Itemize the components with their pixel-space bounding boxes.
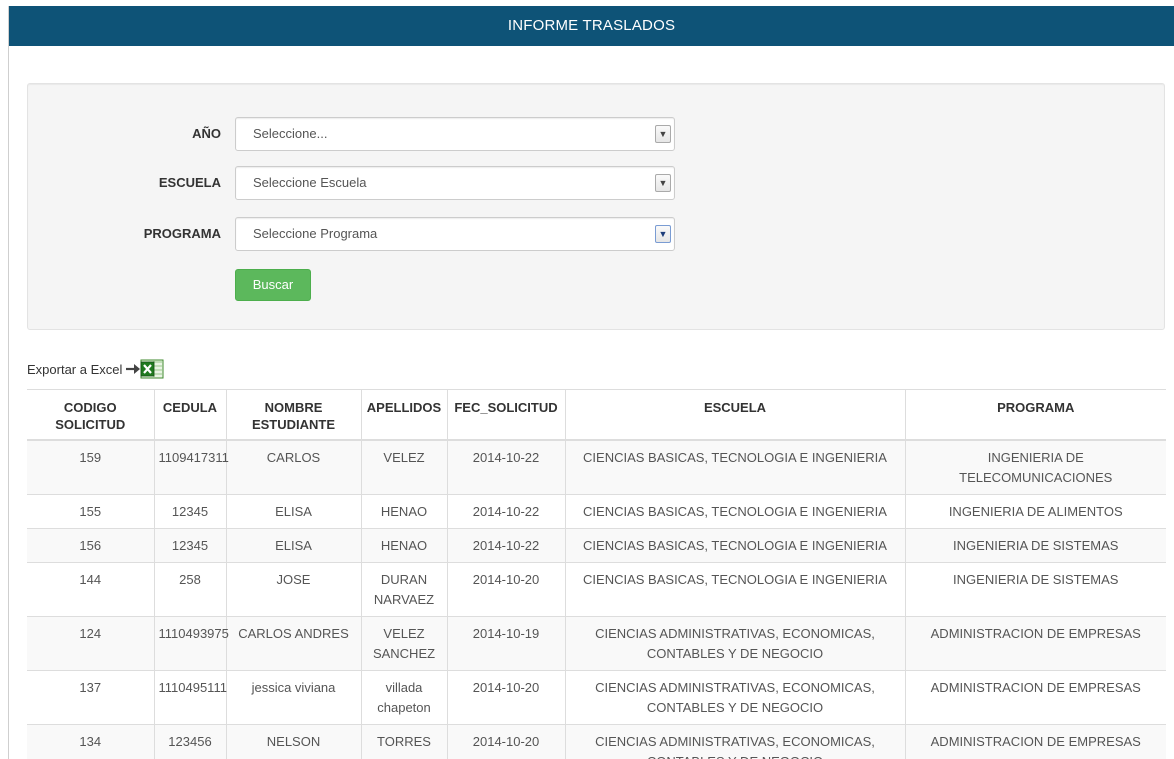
- column-header: ESCUELA: [564, 389, 905, 441]
- table-cell: CIENCIAS ADMINISTRATIVAS, ECONOMICAS, CO…: [564, 670, 905, 725]
- table-cell: jessica viviana: [225, 670, 361, 725]
- year-row: AÑO Seleccione... ▼: [28, 117, 1164, 151]
- program-label: PROGRAMA: [143, 226, 221, 241]
- table-cell: 134: [27, 724, 154, 759]
- table-cell: VELEZ: [360, 439, 447, 495]
- table-cell: 2014-10-22: [446, 439, 565, 495]
- column-header: CEDULA: [153, 389, 226, 441]
- search-button[interactable]: Buscar: [235, 269, 311, 301]
- table-cell: INGENIERIA DE ALIMENTOS: [904, 494, 1166, 529]
- table-cell: VELEZ SANCHEZ: [360, 616, 447, 671]
- program-row: PROGRAMA Seleccione Programa ▼: [28, 217, 1164, 251]
- year-select[interactable]: Seleccione... ▼: [235, 117, 675, 151]
- export-excel-link[interactable]: Exportar a Excel: [27, 358, 166, 380]
- table-cell: HENAO: [360, 528, 447, 563]
- report-frame: INFORME TRASLADOS AÑO Seleccione... ▼ ES…: [8, 6, 1174, 759]
- table-cell: INGENIERIA DE SISTEMAS: [904, 562, 1166, 617]
- table-cell: CIENCIAS BASICAS, TECNOLOGIA E INGENIERI…: [564, 439, 905, 495]
- year-select-value: Seleccione...: [253, 126, 328, 141]
- table-cell: CARLOS ANDRES: [225, 616, 361, 671]
- table-cell: JOSE: [225, 562, 361, 617]
- table-cell: 1110493975: [153, 616, 229, 671]
- table-cell: ADMINISTRACION DE EMPRESAS: [904, 724, 1166, 759]
- table-header-row: CODIGO SOLICITUD CEDULA NOMBRE ESTUDIANTE A…: [27, 389, 1166, 441]
- table-cell: CARLOS: [225, 439, 361, 495]
- table-cell: CIENCIAS BASICAS, TECNOLOGIA E INGENIERI…: [564, 528, 905, 563]
- table-cell: ADMINISTRACION DE EMPRESAS: [904, 670, 1166, 725]
- table-row: 156 12345 ELISA HENAO 2014-10-22 CIENCIAS BAS…: [27, 528, 1166, 563]
- table-cell: 2014-10-22: [446, 494, 565, 529]
- table-cell: 1110495111: [153, 670, 227, 725]
- table-cell: 159: [27, 439, 154, 495]
- table-row: 144 258 JOSE DURAN NARVAEZ 2014-10-20 CIENCIA…: [27, 562, 1166, 617]
- chevron-down-icon[interactable]: ▼: [655, 174, 671, 192]
- table-cell: 12345: [153, 494, 226, 529]
- transfers-table: CODIGO SOLICITUD CEDULA NOMBRE ESTUDIANTE A…: [27, 389, 1166, 759]
- table-cell: 156: [27, 528, 154, 563]
- table-cell: INGENIERIA DE TELECOMUNICACIONES: [904, 439, 1166, 495]
- table-cell: 2014-10-22: [446, 528, 565, 563]
- table-cell: CIENCIAS ADMINISTRATIVAS, ECONOMICAS, CO…: [564, 724, 905, 759]
- table-cell: INGENIERIA DE SISTEMAS: [904, 528, 1166, 563]
- table-cell: 258: [153, 562, 226, 617]
- column-header: APELLIDOS: [360, 389, 447, 441]
- table-cell: ELISA: [225, 494, 361, 529]
- school-label: ESCUELA: [158, 175, 221, 190]
- table-cell: ADMINISTRACION DE EMPRESAS: [904, 616, 1166, 671]
- excel-icon[interactable]: [124, 358, 166, 380]
- table-cell: CIENCIAS ADMINISTRATIVAS, ECONOMICAS, CO…: [564, 616, 905, 671]
- table-cell: 2014-10-20: [446, 670, 565, 725]
- table-cell: 2014-10-19: [446, 616, 565, 671]
- table-cell: 2014-10-20: [446, 562, 565, 617]
- page-title: INFORME TRASLADOS: [507, 17, 676, 34]
- table-cell: 12345: [153, 528, 226, 563]
- table-row: 134 123456 NELSON TORRES 2014-10-20 CIENCIAS …: [27, 724, 1166, 759]
- school-select-value: Seleccione Escuela: [253, 175, 367, 190]
- column-header: FEC_SOLICITUD: [446, 389, 565, 441]
- column-header: CODIGO SOLICITUD: [27, 389, 154, 441]
- export-label: Exportar a Excel: [27, 361, 123, 377]
- table-cell: villada chapeton: [360, 670, 447, 725]
- table-cell: 137: [27, 670, 154, 725]
- program-select[interactable]: Seleccione Programa ▼: [235, 217, 675, 251]
- chevron-down-icon[interactable]: ▼: [655, 225, 671, 243]
- chevron-down-icon[interactable]: ▼: [655, 125, 671, 143]
- column-header: NOMBRE ESTUDIANTE: [225, 389, 361, 441]
- table-cell: 123456: [153, 724, 226, 759]
- table-cell: 124: [27, 616, 154, 671]
- table-cell: NELSON: [225, 724, 361, 759]
- school-row: ESCUELA Seleccione Escuela ▼: [28, 166, 1164, 200]
- table-row: 124 1110493975 CARLOS ANDRES VELEZ SANCHEZ 2…: [27, 616, 1166, 671]
- column-header: PROGRAMA: [904, 389, 1166, 441]
- table-cell: HENAO: [360, 494, 447, 529]
- program-select-value: Seleccione Programa: [253, 226, 378, 241]
- school-select[interactable]: Seleccione Escuela ▼: [235, 166, 675, 200]
- report-header: INFORME TRASLADOS: [9, 6, 1174, 46]
- table-cell: 144: [27, 562, 154, 617]
- table-cell: 155: [27, 494, 154, 529]
- table-row: 159 1109417311 CARLOS VELEZ 2014-10-22 CIENCI…: [27, 439, 1166, 495]
- table-cell: CIENCIAS BASICAS, TECNOLOGIA E INGENIERI…: [564, 494, 905, 529]
- table-cell: ELISA: [225, 528, 361, 563]
- table-cell: 2014-10-20: [446, 724, 565, 759]
- table-row: 155 12345 ELISA HENAO 2014-10-22 CIENCIAS BAS…: [27, 494, 1166, 529]
- table-cell: 1109417311: [153, 439, 229, 495]
- filter-panel: AÑO Seleccione... ▼ ESCUELA Seleccione E…: [27, 83, 1165, 330]
- table-cell: DURAN NARVAEZ: [360, 562, 447, 617]
- year-label: AÑO: [192, 126, 221, 141]
- table-body: 159 1109417311 CARLOS VELEZ 2014-10-22 CIENCI…: [27, 439, 1166, 759]
- table-cell: CIENCIAS BASICAS, TECNOLOGIA E INGENIERI…: [564, 562, 905, 617]
- table-cell: TORRES: [360, 724, 447, 759]
- table-row: 137 1110495111 jessica viviana villada chap…: [27, 670, 1166, 725]
